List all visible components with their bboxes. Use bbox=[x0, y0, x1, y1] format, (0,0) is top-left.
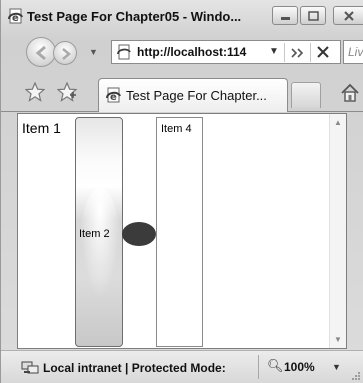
recent-pages-dropdown[interactable]: ▼ bbox=[89, 47, 98, 57]
tab-label: Test Page For Chapter... bbox=[126, 88, 267, 103]
navigation-bar: ▼ http://localhost:114 ▼ Liv bbox=[1, 34, 363, 72]
item-4: Item 4 bbox=[156, 117, 203, 347]
item-1: Item 1 bbox=[22, 120, 61, 136]
favorites-star-icon[interactable] bbox=[25, 82, 45, 102]
scroll-down-icon[interactable]: ▼ bbox=[334, 335, 342, 344]
back-button[interactable] bbox=[26, 37, 56, 67]
refresh-button[interactable] bbox=[284, 43, 308, 62]
maximize-icon bbox=[308, 11, 319, 21]
item-2-glow bbox=[80, 188, 120, 298]
zoom-dropdown[interactable]: ▼ bbox=[332, 362, 341, 372]
forward-arrow-icon bbox=[62, 48, 71, 60]
tab-bar: e Test Page For Chapter... bbox=[1, 72, 363, 112]
stop-icon bbox=[317, 46, 329, 58]
zoom-icon: 🔍︎ bbox=[267, 358, 284, 373]
vertical-scrollbar[interactable]: ▲ ▼ bbox=[329, 114, 346, 348]
page-icon bbox=[117, 44, 131, 60]
dark-ellipse bbox=[122, 222, 156, 246]
item-4-label: Item 4 bbox=[161, 123, 192, 135]
minimize-icon bbox=[281, 17, 290, 20]
security-zone-label[interactable]: Local intranet | Protected Mode: bbox=[43, 361, 226, 375]
new-tab-button[interactable] bbox=[291, 82, 321, 108]
close-icon bbox=[344, 11, 354, 21]
add-favorites-icon[interactable] bbox=[57, 82, 77, 102]
address-url[interactable]: http://localhost:114 bbox=[137, 45, 246, 59]
item-2-button[interactable]: Item 2 bbox=[75, 117, 123, 347]
forward-button[interactable] bbox=[53, 41, 77, 65]
browser-window: e Test Page For Chapter05 - Windo... ▼ h… bbox=[0, 0, 363, 383]
resize-grip-icon[interactable] bbox=[351, 369, 361, 381]
ie-page-icon: e bbox=[106, 87, 121, 103]
status-bar: Local intranet | Protected Mode: 🔍︎ 100%… bbox=[1, 350, 363, 383]
address-bar[interactable]: http://localhost:114 ▼ bbox=[111, 40, 341, 64]
title-bar: e Test Page For Chapter05 - Windo... bbox=[1, 0, 363, 34]
search-placeholder: Liv bbox=[348, 45, 363, 59]
refresh-icon bbox=[291, 48, 304, 58]
maximize-button[interactable] bbox=[300, 6, 326, 25]
search-box[interactable]: Liv bbox=[343, 40, 363, 64]
zoom-level[interactable]: 100% bbox=[284, 360, 315, 374]
home-icon[interactable] bbox=[339, 82, 361, 104]
close-button[interactable] bbox=[333, 6, 363, 25]
tab-test-page[interactable]: e Test Page For Chapter... bbox=[98, 78, 288, 112]
ie-page-icon: e bbox=[8, 8, 23, 24]
window-title: Test Page For Chapter05 - Windo... bbox=[27, 9, 242, 24]
address-dropdown[interactable]: ▼ bbox=[269, 46, 279, 57]
svg-text:e: e bbox=[12, 13, 19, 24]
intranet-icon bbox=[21, 361, 39, 374]
minimize-button[interactable] bbox=[272, 6, 298, 25]
svg-text:e: e bbox=[110, 92, 117, 103]
scroll-up-icon[interactable]: ▲ bbox=[334, 118, 342, 127]
page-viewport: Item 1 Item 2 Item 4 ▲ ▼ bbox=[17, 113, 347, 349]
stop-button[interactable] bbox=[310, 43, 334, 62]
status-divider bbox=[258, 355, 259, 379]
item-2-label: Item 2 bbox=[79, 228, 110, 240]
